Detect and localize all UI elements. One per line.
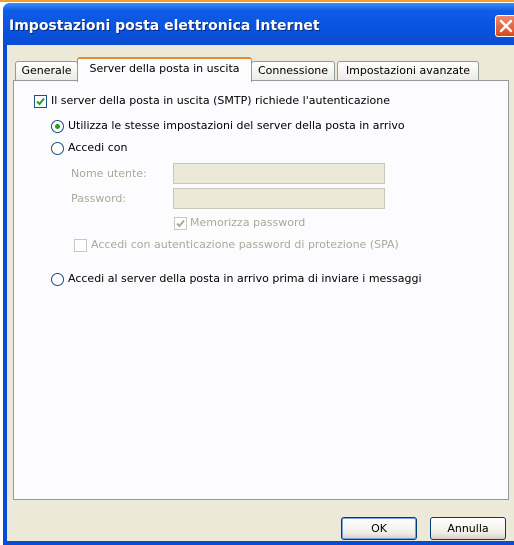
- spa-label: Accedi con autenticazione password di pr…: [91, 238, 399, 251]
- remember-password-checkbox[interactable]: [174, 217, 187, 230]
- tab-panel-outgoing-server: Il server della posta in uscita (SMTP) r…: [13, 80, 509, 500]
- tab-label: Generale: [21, 64, 72, 77]
- password-label: Password:: [71, 192, 127, 205]
- tab-label: Connessione: [257, 64, 329, 77]
- tab-strip: Generale Server della posta in uscita Co…: [13, 57, 509, 82]
- same-settings-label: Utilizza le stesse impostazioni del serv…: [68, 119, 405, 132]
- login-with-radio[interactable]: [51, 142, 64, 155]
- login-before-send-label: Accedi al server della posta in arrivo p…: [68, 272, 422, 285]
- tab-server-posta-uscita[interactable]: Server della posta in uscita: [77, 57, 252, 82]
- smtp-auth-label: Il server della posta in uscita (SMTP) r…: [51, 94, 390, 107]
- cancel-button[interactable]: Annulla: [430, 517, 506, 540]
- tab-label: Server della posta in uscita: [89, 62, 240, 75]
- ok-button-label: OK: [371, 522, 387, 535]
- login-with-label: Accedi con: [68, 141, 128, 154]
- window-title: Impostazioni posta elettronica Internet: [9, 18, 320, 34]
- dialog-window: Impostazioni posta elettronica Internet …: [3, 3, 514, 545]
- checkmark-icon: [176, 219, 185, 228]
- close-icon: [499, 19, 513, 33]
- smtp-auth-checkbox[interactable]: [34, 95, 47, 108]
- same-settings-radio[interactable]: [51, 120, 64, 133]
- ok-button[interactable]: OK: [341, 517, 417, 540]
- username-input[interactable]: [173, 163, 385, 184]
- tab-generale[interactable]: Generale: [15, 61, 78, 80]
- title-bar[interactable]: Impostazioni posta elettronica Internet: [3, 3, 514, 45]
- radio-selected-dot: [55, 124, 60, 129]
- dialog-client-area: Generale Server della posta in uscita Co…: [7, 45, 514, 541]
- password-input[interactable]: [173, 188, 385, 209]
- tab-connessione[interactable]: Connessione: [251, 61, 335, 80]
- close-button[interactable]: [495, 15, 514, 37]
- top-edge-strip: [0, 0, 514, 2]
- username-label: Nome utente:: [71, 167, 147, 180]
- tab-label: Impostazioni avanzate: [345, 64, 471, 77]
- remember-password-label: Memorizza password: [190, 216, 306, 229]
- login-before-send-radio[interactable]: [51, 273, 64, 286]
- checkmark-icon: [36, 97, 45, 106]
- tab-impostazioni-avanzate[interactable]: Impostazioni avanzate: [337, 61, 479, 80]
- cancel-button-label: Annulla: [447, 522, 489, 535]
- spa-checkbox[interactable]: [74, 239, 87, 252]
